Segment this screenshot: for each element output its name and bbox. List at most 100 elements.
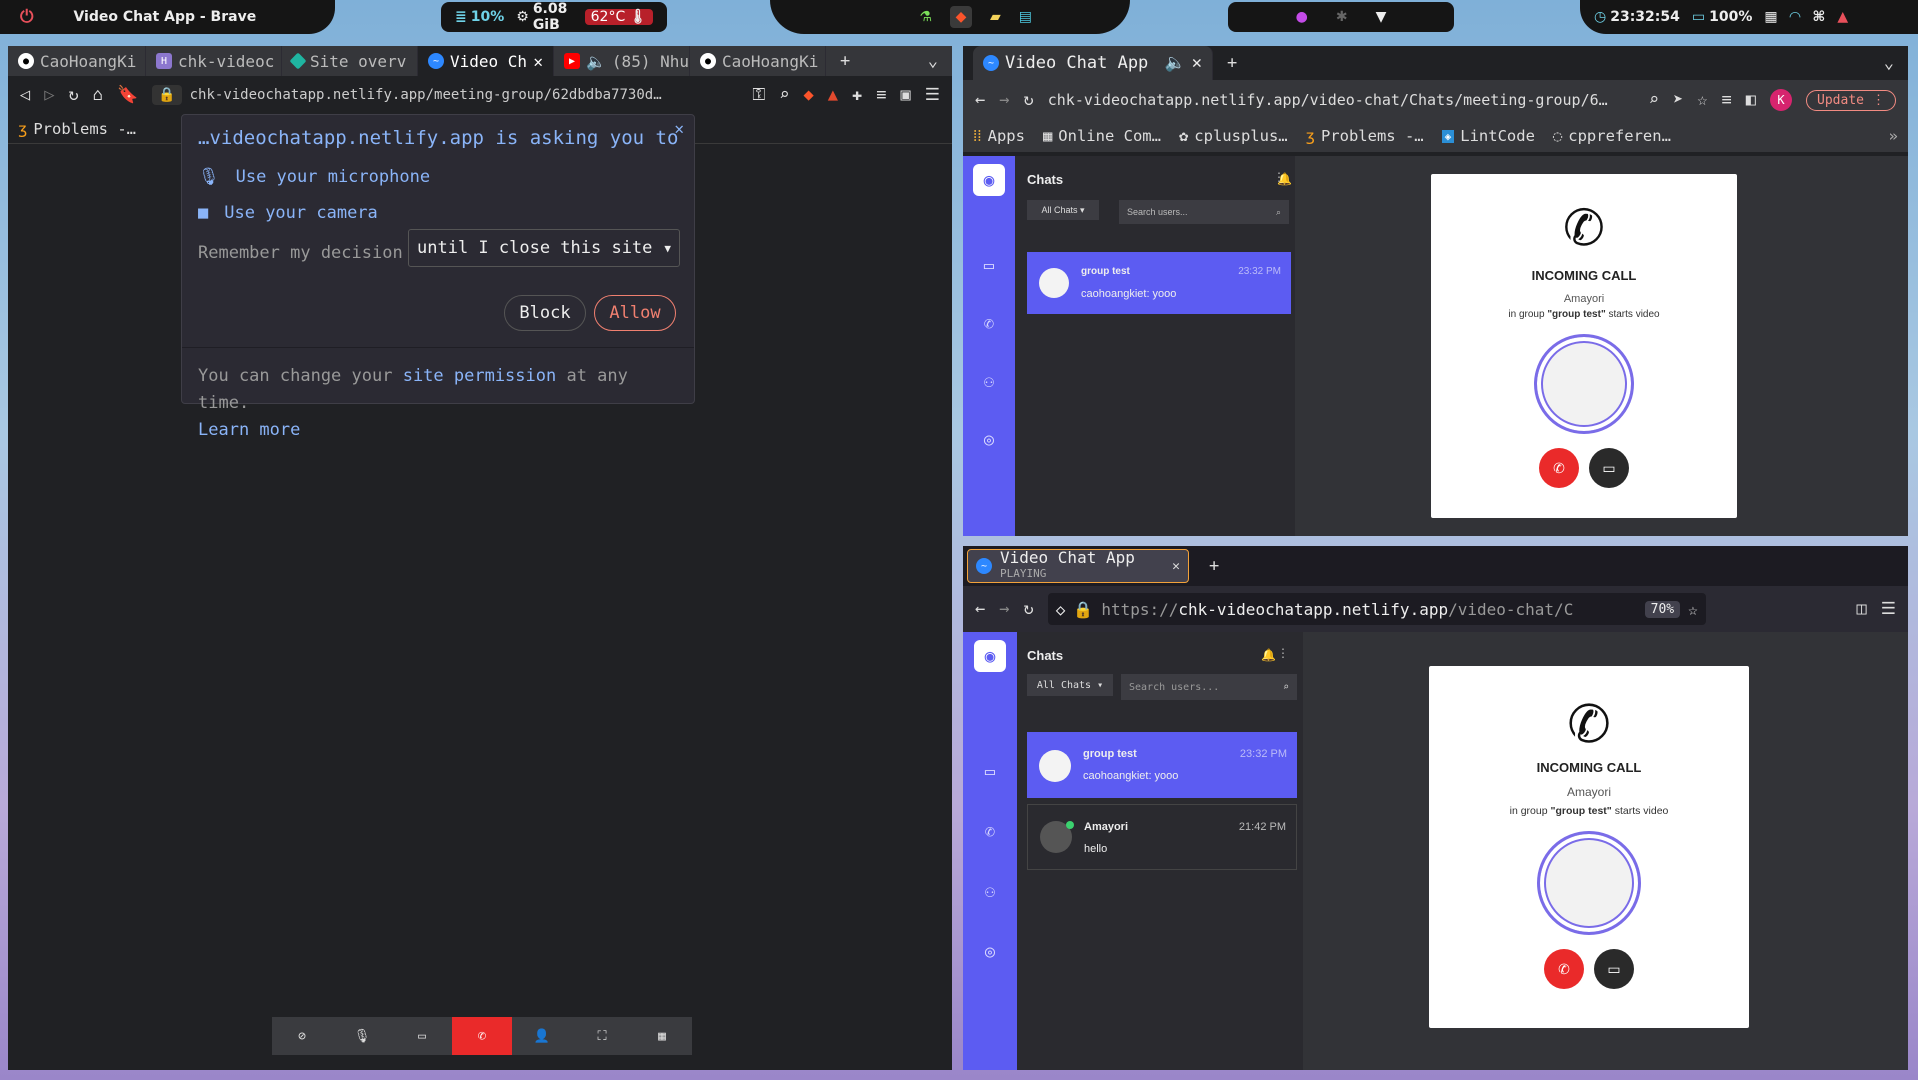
lock-icon[interactable]: 🔒: [1073, 600, 1093, 619]
bell-icon[interactable]: 🔔: [1261, 648, 1276, 662]
chat-icon[interactable]: ▭: [963, 762, 1017, 782]
contacts-icon[interactable]: ⚇: [963, 882, 1017, 902]
address-bar[interactable]: 🔒 chk-videochatapp.netlify.app/meeting-g…: [152, 85, 738, 105]
menu-icon[interactable]: ☰: [1881, 599, 1896, 619]
tab-chk-video[interactable]: Hchk-videoc: [146, 46, 282, 76]
search-input[interactable]: Search users... ⌕: [1119, 200, 1289, 224]
sidepanel-icon[interactable]: ◧: [1746, 90, 1756, 110]
bookmark-online-com[interactable]: ▦ Online Com…: [1043, 127, 1161, 145]
decline-call-button[interactable]: ✆: [1544, 949, 1584, 989]
new-tab-icon[interactable]: +: [1227, 53, 1237, 73]
tab-github-2[interactable]: ● CaoHoangKi: [690, 46, 826, 76]
key-icon[interactable]: ⚿: [752, 85, 765, 105]
network-icon[interactable]: ⌘: [1812, 9, 1825, 25]
tab-youtube[interactable]: ▶ 🔈 (85) Nhu: [554, 46, 690, 76]
tab-site-overview[interactable]: Site overv: [282, 46, 418, 76]
close-tab-icon[interactable]: ✕: [1172, 559, 1180, 574]
send-icon[interactable]: ➤: [1673, 90, 1683, 110]
back-icon[interactable]: ◁: [20, 85, 30, 105]
playlist-icon[interactable]: ≡: [876, 85, 886, 105]
learn-more-link[interactable]: Learn more: [198, 420, 300, 440]
screen-share-button[interactable]: ▭: [392, 1017, 452, 1055]
close-tab-icon[interactable]: ✕: [1192, 53, 1202, 73]
tab-list-icon[interactable]: ⌄: [928, 51, 938, 71]
add-user-button[interactable]: 👤: [512, 1017, 572, 1055]
brave-shield-icon[interactable]: ◆: [804, 85, 814, 105]
messenger-tray-icon[interactable]: ●: [1296, 9, 1308, 25]
pocket-icon[interactable]: ◫: [1857, 599, 1867, 619]
wallet-icon[interactable]: ▣: [901, 85, 911, 105]
tab-video-chat[interactable]: ~ Video Ch ✕: [418, 46, 554, 76]
all-chats-dropdown[interactable]: All Chats ▾: [1027, 674, 1113, 696]
tab-video-chat-app[interactable]: ~ Video Chat App 🔈 ✕: [973, 46, 1213, 80]
star-icon[interactable]: ☆: [1697, 90, 1707, 110]
wifi-tray-icon[interactable]: ▼: [1376, 9, 1387, 25]
back-icon[interactable]: ←: [975, 599, 985, 619]
camera-off-button[interactable]: ⊘: [272, 1017, 332, 1055]
new-tab-icon[interactable]: +: [1209, 556, 1219, 576]
chat-item-amayori[interactable]: Amayori 21:42 PM hello: [1027, 804, 1297, 870]
chat-icon[interactable]: ▭: [963, 256, 1015, 276]
hang-up-button[interactable]: ✆: [452, 1017, 512, 1055]
more-icon[interactable]: ⋮: [1273, 170, 1285, 184]
database-icon[interactable]: ▤: [1019, 9, 1032, 25]
bookmarks-overflow-icon[interactable]: »: [1889, 127, 1898, 145]
zoom-icon[interactable]: ⌕: [779, 85, 789, 105]
profile-icon[interactable]: ◎: [963, 942, 1017, 962]
allow-button[interactable]: Allow: [594, 295, 676, 331]
all-chats-dropdown[interactable]: All Chats ▾: [1027, 200, 1099, 220]
chat-item-group-test[interactable]: group test 23:32 PM caohoangkiet: yooo: [1027, 252, 1291, 314]
app-logo[interactable]: ◉: [974, 640, 1006, 672]
chat-item-group-test[interactable]: group test 23:32 PM caohoangkiet: yooo: [1027, 732, 1297, 798]
arch-icon[interactable]: ▲: [1837, 9, 1848, 25]
calendar-icon[interactable]: ▦: [1764, 9, 1777, 25]
profile-icon[interactable]: ◎: [963, 430, 1015, 450]
profile-avatar[interactable]: K: [1770, 89, 1793, 111]
folder-icon[interactable]: ▰: [990, 9, 1001, 25]
bookmark-cppreference[interactable]: ◌ cppreferen…: [1553, 127, 1671, 145]
zoom-level[interactable]: 70%: [1644, 600, 1681, 618]
bookmark-cplusplus[interactable]: ✿ cplusplus…: [1179, 127, 1288, 145]
grid-view-button[interactable]: ▦: [632, 1017, 692, 1055]
back-icon[interactable]: ←: [975, 90, 985, 110]
wifi-icon[interactable]: ◠: [1790, 9, 1801, 25]
address-bar[interactable]: chk-videochatapp.netlify.app/video-chat/…: [1048, 91, 1635, 109]
phone-icon[interactable]: ✆: [963, 314, 1015, 334]
power-icon[interactable]: ⏻: [20, 7, 33, 27]
extensions-icon[interactable]: ✚: [852, 85, 862, 105]
accept-video-button[interactable]: ▭: [1589, 448, 1629, 488]
brave-rewards-icon[interactable]: ▲: [828, 85, 838, 105]
tab-search-icon[interactable]: ⌄: [1884, 53, 1894, 73]
block-button[interactable]: Block: [504, 295, 586, 331]
search-input[interactable]: Search users... ⌕: [1121, 674, 1297, 700]
tab-github-1[interactable]: ● CaoHoangKi: [8, 46, 146, 76]
home-icon[interactable]: ⌂: [93, 85, 103, 105]
new-tab-icon[interactable]: +: [840, 51, 850, 71]
bookmark-icon[interactable]: 🔖: [117, 85, 138, 105]
phone-icon[interactable]: ✆: [963, 822, 1017, 842]
forward-icon[interactable]: →: [999, 599, 1009, 619]
accept-video-button[interactable]: ▭: [1594, 949, 1634, 989]
fullscreen-button[interactable]: ⛶: [572, 1017, 632, 1055]
reload-icon[interactable]: ↻: [1024, 599, 1034, 619]
remember-select[interactable]: until I close this site ▼: [408, 229, 680, 267]
speaker-icon[interactable]: 🔈: [1165, 53, 1186, 73]
media-icon[interactable]: ≡: [1722, 90, 1732, 110]
star-icon[interactable]: ☆: [1688, 600, 1698, 619]
forward-icon[interactable]: ▷: [44, 85, 54, 105]
mute-button[interactable]: 🎙: [332, 1017, 392, 1055]
update-button[interactable]: Update ⋮: [1806, 89, 1896, 111]
bookmark-apps[interactable]: ⁞⁞ Apps: [973, 127, 1025, 146]
bookmark-problems[interactable]: ʒ Problems -…: [1306, 127, 1424, 145]
address-bar[interactable]: ◇ 🔒 https://chk-videochatapp.netlify.app/…: [1047, 593, 1706, 625]
app-icon-1[interactable]: ⚗: [919, 9, 932, 25]
site-permission-link[interactable]: site permission: [403, 366, 557, 386]
forward-icon[interactable]: →: [999, 90, 1009, 110]
bluetooth-icon[interactable]: ✱: [1336, 9, 1348, 25]
shield-icon[interactable]: ◇: [1056, 600, 1066, 619]
bookmark-lintcode[interactable]: ◈ LintCode: [1441, 127, 1535, 145]
contacts-icon[interactable]: ⚇: [963, 372, 1015, 392]
menu-icon[interactable]: ☰: [925, 85, 940, 105]
brave-icon[interactable]: ◆: [949, 6, 972, 28]
decline-call-button[interactable]: ✆: [1539, 448, 1579, 488]
